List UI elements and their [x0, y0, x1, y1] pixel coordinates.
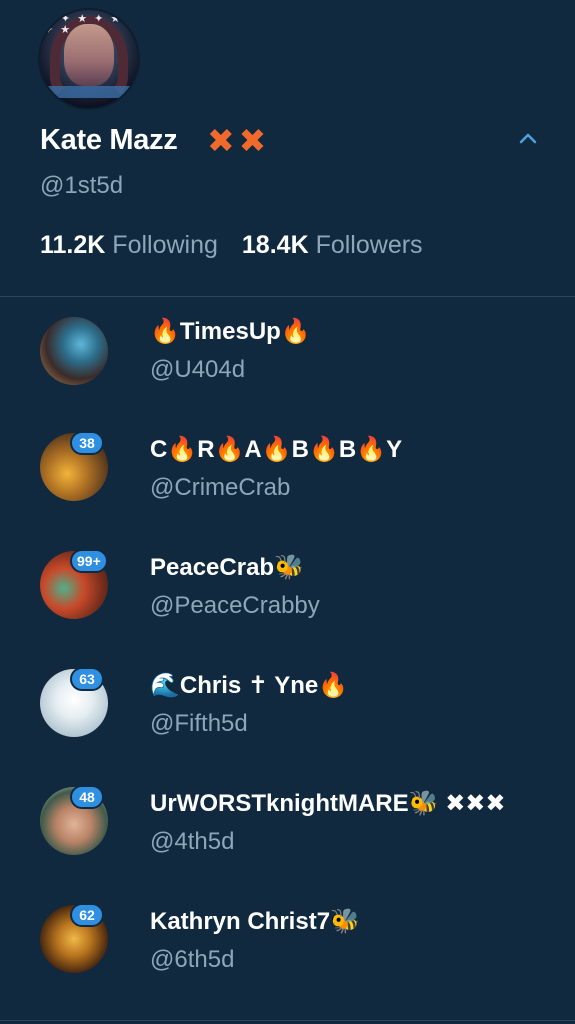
following-link[interactable]: 11.2K Following: [40, 231, 218, 259]
account-handle: @4th5d: [150, 828, 235, 855]
current-profile: ★ ✦ ★ ✦ ★ ✦ ★ Kate Mazz ✖✖ @1st5d 11.2K …: [0, 0, 575, 296]
following-label: Following: [112, 231, 218, 259]
account-name: 🌊Chris ✝ Yne🔥: [150, 672, 349, 699]
account-name: C🔥R🔥A🔥B🔥B🔥Y: [150, 436, 403, 463]
profile-name-text: Kate Mazz: [40, 124, 178, 156]
profile-display-name[interactable]: Kate Mazz: [40, 124, 178, 157]
account-row-crimecrab[interactable]: 38 C🔥R🔥A🔥B🔥B🔥Y @CrimeCrab: [0, 415, 575, 533]
followers-label: Followers: [315, 231, 423, 259]
notification-badge: 63: [70, 667, 104, 691]
followers-link[interactable]: 18.4K Followers: [242, 231, 423, 259]
profile-avatar[interactable]: ★ ✦ ★ ✦ ★ ✦ ★: [38, 8, 140, 110]
notification-badge: 62: [70, 903, 104, 927]
account-handle: @PeaceCrabby: [150, 592, 320, 619]
account-row-fifth5d[interactable]: 63 🌊Chris ✝ Yne🔥 @Fifth5d: [0, 651, 575, 769]
notification-badge: 48: [70, 785, 104, 809]
account-avatar: [40, 317, 108, 385]
account-name: 🔥TimesUp🔥: [150, 318, 311, 345]
notification-badge: 99+: [70, 549, 108, 573]
following-count: 11.2K: [40, 231, 106, 259]
divider-bottom: [0, 1020, 575, 1021]
profile-handle: @1st5d: [40, 172, 124, 199]
account-handle: @6th5d: [150, 946, 235, 973]
chevron-up-icon[interactable]: [519, 130, 537, 148]
notification-badge: 38: [70, 431, 104, 455]
followers-count: 18.4K: [241, 231, 309, 259]
account-row-timesup[interactable]: 🔥TimesUp🔥 @U404d: [0, 297, 575, 415]
account-handle: @Fifth5d: [150, 710, 248, 737]
account-row-peacecrab[interactable]: 99+ PeaceCrab🐝 @PeaceCrabby: [0, 533, 575, 651]
account-name: UrWORSTknightMARE🐝 ✖✖✖: [150, 790, 506, 817]
account-handle: @CrimeCrab: [150, 474, 291, 501]
account-row-4th5d[interactable]: 48 UrWORSTknightMARE🐝 ✖✖✖ @4th5d: [0, 769, 575, 887]
profile-stats: 11.2K Following 18.4K Followers: [40, 231, 423, 260]
account-row-6th5d[interactable]: 62 Kathryn Christ7🐝 @6th5d: [0, 887, 575, 1005]
account-name: Kathryn Christ7🐝: [150, 908, 360, 935]
avatar-stars: ★ ✦ ★ ✦ ★ ✦ ★: [44, 13, 123, 36]
profile-name-emoji: ✖✖: [207, 122, 271, 159]
account-name: PeaceCrab🐝: [150, 554, 304, 581]
account-switcher-panel: ★ ✦ ★ ✦ ★ ✦ ★ Kate Mazz ✖✖ @1st5d 11.2K …: [0, 0, 575, 1024]
account-handle: @U404d: [150, 356, 246, 383]
